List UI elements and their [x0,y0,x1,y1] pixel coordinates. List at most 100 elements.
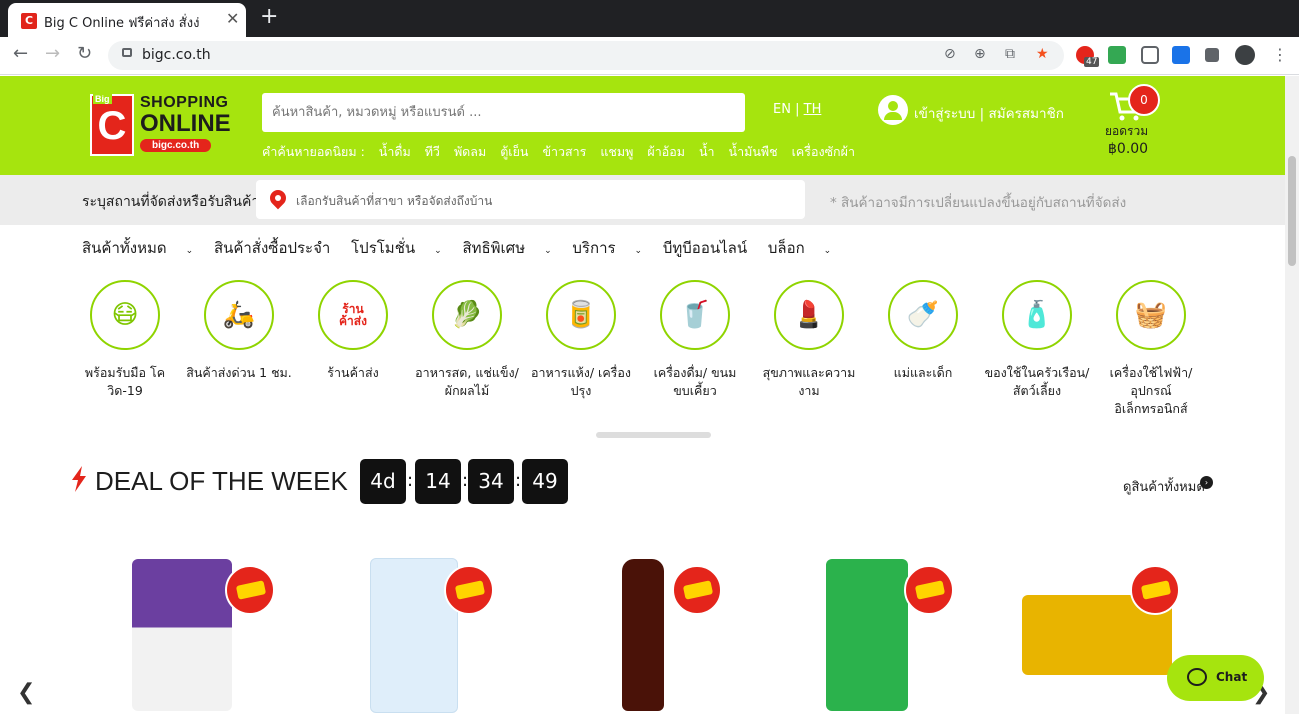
profile-avatar-icon[interactable] [1235,45,1255,65]
deal-badge [1130,565,1180,615]
category-household[interactable]: 🧴 ของใช้ในครัวเรือน/ สัตว์เลี้ยง [980,280,1094,400]
menu-privileges[interactable]: สิทธิพิเศษ ⌄ [462,239,551,257]
register-link[interactable]: สมัครสมาชิก [988,106,1063,122]
category-express[interactable]: 🛵 สินค้าส่งด่วน 1 ชม. [182,280,296,382]
back-icon[interactable]: ← [13,43,28,64]
timer-minutes: 34 [468,459,514,504]
product-card[interactable] [110,555,275,714]
location-note: * สินค้าอาจมีการเปลี่ยนแปลงขึ้นอยู่กับสถ… [830,195,1127,211]
popular-term[interactable]: น้ำ [699,144,715,159]
popular-label: คำค้นหายอดนิยม : [262,144,365,159]
household-icon: 🧴 [1002,280,1072,350]
cart-total-label: ยอดรวม [1105,124,1149,138]
menu-regular-orders[interactable]: สินค้าสั่งซื้อประจำ [214,239,330,257]
see-all-link[interactable]: ดูสินค้าทั้งหมด [1123,476,1205,497]
location-label: ระบุสถานที่จัดส่งหรือรับสินค้า [82,194,260,210]
mask-icon: 😷 [90,280,160,350]
product-card[interactable] [564,555,724,714]
tab-close-icon[interactable]: ✕ [226,9,239,28]
bigc-logo[interactable]: C Big SHOPPING ONLINE bigc.co.th [90,94,235,156]
popular-term[interactable]: ทีวี [425,144,440,159]
popular-searches: คำค้นหายอดนิยม : น้ำดื่ม ทีวี พัดลม ตู้เ… [262,142,865,162]
menu-all-products[interactable]: สินค้าทั้งหมด ⌄ [82,239,193,257]
login-link[interactable]: เข้าสู่ระบบ [914,106,975,122]
logo-big: Big [93,94,112,104]
tab-title: Big C Online ฟรีค่าส่ง สั่งง่ [44,16,200,31]
account-separator: | [979,106,985,122]
category-drinks[interactable]: 🥤 เครื่องดื่ม/ ขนมขบเคี้ยว [638,280,752,400]
browser-tab[interactable]: C Big C Online ฟรีค่าส่ง สั่งง่ ✕ [8,3,246,37]
product-card[interactable] [796,555,956,714]
timer-days: 4d [360,459,406,504]
carousel-prev-icon[interactable]: ❮ [17,680,35,705]
camera-blocked-icon[interactable]: ⊘ [944,46,956,62]
vegetable-icon: 🥬 [432,280,502,350]
extensions-puzzle-icon[interactable] [1205,48,1219,62]
baby-icon: 🍼 [888,280,958,350]
location-placeholder: เลือกรับสินค้าที่สาขา หรือจัดส่งถึงบ้าน [296,194,493,208]
forward-icon[interactable]: → [45,43,60,64]
timer-colon: : [407,470,414,491]
reload-icon[interactable]: ↻ [77,43,92,64]
scrollbar-thumb[interactable] [1288,156,1296,266]
category-scroll-indicator[interactable] [596,432,711,438]
category-covid[interactable]: 😷 พร้อมรับมือ โควิด-19 [68,280,182,400]
category-fresh-food[interactable]: 🥬 อาหารสด, แช่แข็ง/ ผักผลไม้ [410,280,524,400]
product-card[interactable] [334,555,494,714]
lang-th[interactable]: TH [804,102,822,117]
bookmark-star-icon[interactable]: ★ [1036,46,1049,62]
translate-icon[interactable]: ⧉ [1005,46,1015,62]
sauce-bottle-product [622,559,664,711]
popular-term[interactable]: ผ้าอ้อม [647,144,685,159]
category-beauty[interactable]: 💄 สุขภาพและความงาม [752,280,866,400]
chevron-down-icon: ⌄ [434,246,442,256]
deal-badge [904,565,954,615]
omnibox[interactable]: bigc.co.th ⊘ ⊕ ⧉ ★ [108,41,1064,70]
zilk-tissue-product [826,559,908,711]
dry-food-icon: 🥫 [546,280,616,350]
bigc-favicon: C [21,13,37,29]
category-baby[interactable]: 🍼 แม่และเด็ก [866,280,980,382]
main-menu: สินค้าทั้งหมด ⌄ สินค้าสั่งซื้อประจำ โปรโม… [82,236,847,260]
logo-domain: bigc.co.th [140,139,212,152]
menu-services[interactable]: บริการ ⌄ [572,239,642,257]
menu-b2b-online[interactable]: บีทูบีออนไลน์ [663,239,747,257]
lang-en[interactable]: EN [773,102,791,117]
url-text: bigc.co.th [142,47,211,63]
grammar-extension-icon[interactable] [1108,46,1126,64]
user-icon[interactable] [878,95,908,125]
logo-line2: ONLINE [140,110,231,137]
address-bar: ← → ↻ bigc.co.th ⊘ ⊕ ⧉ ★ 47 ⋮ [0,37,1299,75]
lock-icon [122,48,132,57]
category-dry-food[interactable]: 🥫 อาหารแห้ง/ เครื่องปรุง [524,280,638,400]
chat-bubble-icon [1187,668,1207,686]
zoom-icon[interactable]: ⊕ [974,46,986,62]
browser-menu-icon[interactable]: ⋮ [1272,45,1288,64]
delivery-location-bar: ระบุสถานที่จัดส่งหรือรับสินค้า เลือกรับส… [0,175,1299,225]
chevron-down-icon: ⌄ [823,246,832,256]
search-input[interactable] [262,93,745,132]
category-wholesale[interactable]: ร้าน ค้าส่ง ร้านค้าส่ง [296,280,410,382]
popular-term[interactable]: พัดลม [454,144,486,159]
popular-term[interactable]: ตู้เย็น [500,144,528,159]
deal-badge [225,565,275,615]
popular-term[interactable]: ข้าวสาร [542,144,586,159]
arrow-right-circle-icon[interactable]: › [1200,476,1213,489]
popular-term[interactable]: น้ำมันพืช [729,144,778,159]
popular-term[interactable]: น้ำดื่ม [379,144,411,159]
popular-term[interactable]: เครื่องซักผ้า [792,144,855,159]
menu-blog[interactable]: บล็อก ⌄ [768,239,831,257]
location-selector[interactable]: เลือกรับสินค้าที่สาขา หรือจัดส่งถึงบ้าน [256,180,805,219]
chevron-down-icon: ⌄ [185,246,194,256]
menu-promotions[interactable]: โปรโมชั่น ⌄ [351,239,442,257]
product-card[interactable] [1020,555,1180,714]
toolbox-extension-icon[interactable] [1172,46,1190,64]
category-appliances[interactable]: 🧺 เครื่องใช้ไฟฟ้า/ อุปกรณ์อิเล็กทรอนิกส์ [1094,280,1208,418]
new-tab-icon[interactable]: + [260,4,278,29]
page-scrollbar[interactable] [1285,76,1299,714]
deal-title: DEAL OF THE WEEK [95,466,348,496]
chat-extension-icon[interactable] [1141,46,1159,64]
popular-term[interactable]: แชมพู [600,144,633,159]
chat-button[interactable]: Chat [1167,655,1264,701]
deal-badge [672,565,722,615]
